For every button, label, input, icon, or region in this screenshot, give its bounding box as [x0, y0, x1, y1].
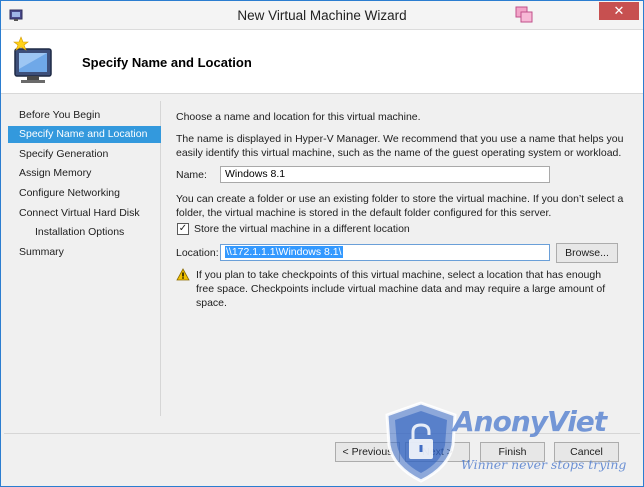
browse-button[interactable]: Browse...	[556, 243, 618, 263]
location-input[interactable]: \\172.1.1.1\Windows 8.1\	[220, 244, 550, 261]
wizard-steps-nav: Before You Begin Specify Name and Locati…	[4, 101, 161, 416]
close-button[interactable]: ✕	[599, 2, 639, 20]
checkpoint-warning-text: If you plan to take checkpoints of this …	[196, 269, 606, 309]
nav-item-summary[interactable]: Summary	[8, 244, 161, 261]
next-button[interactable]: Next >	[405, 442, 470, 462]
virtual-machine-wizard-icon	[13, 36, 52, 83]
nav-item-assign-memory[interactable]: Assign Memory	[8, 165, 161, 182]
warning-icon	[176, 268, 190, 281]
nav-item-specify-name-and-location[interactable]: Specify Name and Location	[8, 126, 161, 143]
intro-text: Choose a name and location for this virt…	[176, 111, 421, 123]
finish-button[interactable]: Finish	[480, 442, 545, 462]
name-help-text: The name is displayed in Hyper-V Manager…	[176, 133, 624, 159]
footer-divider	[4, 433, 640, 434]
folder-help-text: You can create a folder or use an existi…	[176, 193, 624, 219]
wizard-header: Specify Name and Location	[1, 30, 643, 94]
nav-item-configure-networking[interactable]: Configure Networking	[8, 185, 161, 202]
title-bar[interactable]: New Virtual Machine Wizard ✕	[1, 1, 643, 30]
previous-button[interactable]: < Previous	[335, 442, 400, 462]
cancel-button[interactable]: Cancel	[554, 442, 619, 462]
nav-item-installation-options[interactable]: Installation Options	[8, 224, 161, 241]
store-location-checkbox[interactable]: ✓	[177, 223, 189, 235]
location-label: Location:	[176, 247, 219, 259]
name-label: Name:	[176, 169, 207, 181]
wizard-window: New Virtual Machine Wizard ✕ Specify Nam…	[0, 0, 644, 487]
nav-item-connect-virtual-hard-disk[interactable]: Connect Virtual Hard Disk	[8, 205, 161, 222]
location-selected-text: \\172.1.1.1\Windows 8.1\	[225, 246, 343, 258]
store-location-checkbox-label[interactable]: Store the virtual machine in a different…	[194, 223, 410, 235]
nav-item-specify-generation[interactable]: Specify Generation	[8, 146, 161, 163]
page-heading: Specify Name and Location	[82, 55, 252, 70]
name-input[interactable]: Windows 8.1	[220, 166, 550, 183]
window-decoration-icon	[515, 6, 533, 23]
window-title: New Virtual Machine Wizard	[237, 8, 407, 23]
nav-item-before-you-begin[interactable]: Before You Begin	[8, 107, 161, 124]
